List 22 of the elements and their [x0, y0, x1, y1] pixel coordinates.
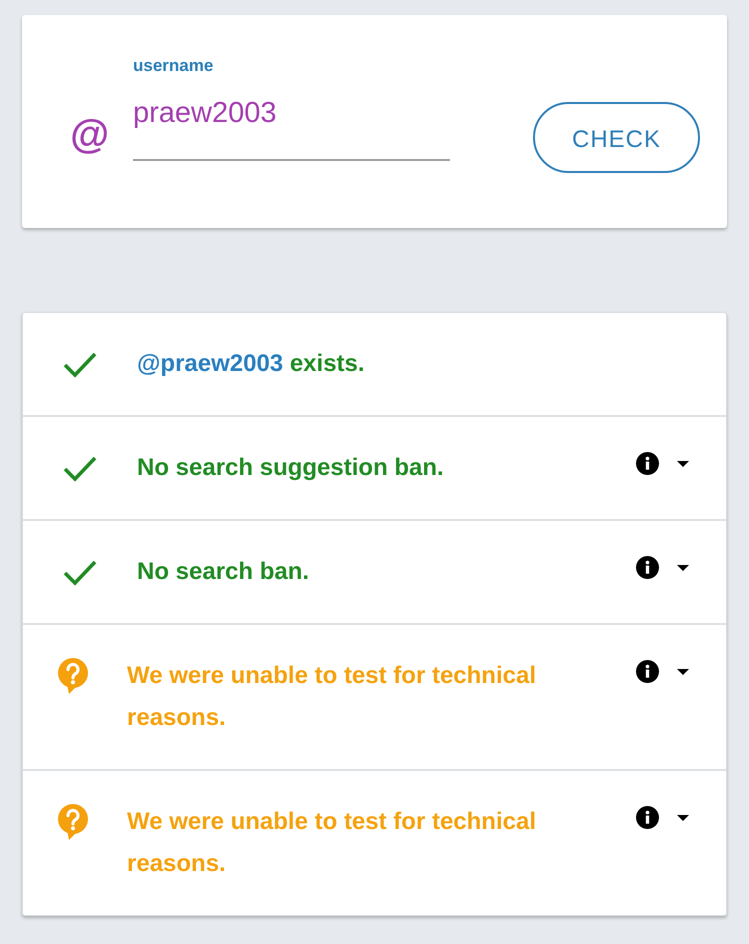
check-icon [63, 351, 97, 378]
check-button[interactable]: CHECK [533, 102, 700, 173]
result-message: @praew2003 exists. [137, 349, 366, 379]
caret-icon[interactable] [677, 564, 689, 570]
check-icon [63, 455, 97, 482]
info-icon[interactable] [636, 452, 659, 475]
question-bubble-icon [57, 804, 89, 840]
info-icon[interactable] [636, 806, 659, 829]
caret-icon[interactable] [677, 460, 689, 466]
question-bubble-icon [57, 658, 89, 694]
username-field[interactable]: username praew2003 [133, 51, 450, 161]
result-message: No search ban. [137, 557, 310, 587]
check-icon [63, 559, 97, 586]
info-icon[interactable] [636, 556, 659, 579]
profile-link[interactable]: @praew2003 [137, 350, 284, 377]
caret-icon[interactable] [677, 814, 689, 820]
caret-icon[interactable] [677, 668, 689, 674]
result-message: No search suggestion ban. [137, 453, 445, 483]
at-symbol: @ [68, 113, 110, 157]
result-message: We were unable to test for technical reasons. [127, 661, 537, 733]
result-message: We were unable to test for technical reasons. [127, 807, 537, 879]
info-icon[interactable] [636, 660, 659, 683]
